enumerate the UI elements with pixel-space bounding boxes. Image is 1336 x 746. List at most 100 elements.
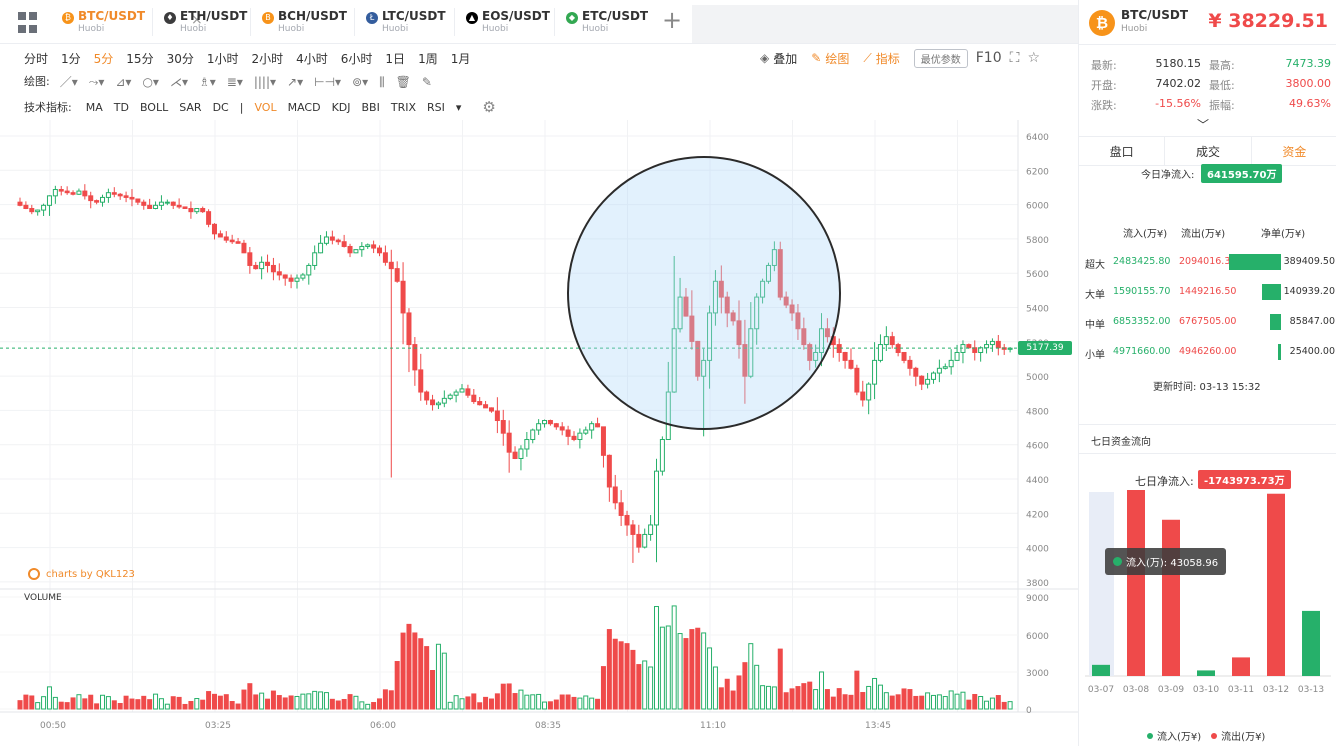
- volume-bar: [312, 690, 318, 710]
- star-icon[interactable]: ☆: [1027, 50, 1040, 66]
- volume-bar: [748, 643, 754, 710]
- draw-tool-icon-1[interactable]: ⤳▾: [89, 75, 105, 89]
- panel-tab-盘口[interactable]: 盘口: [1079, 137, 1166, 165]
- draw-tool-icon-10[interactable]: ⊚▾: [352, 75, 368, 89]
- indicator-macd[interactable]: MACD: [288, 101, 321, 114]
- indicator-boll[interactable]: BOLL: [140, 101, 168, 114]
- period-1分[interactable]: 1分: [61, 50, 81, 67]
- volume-bar: [671, 605, 677, 710]
- candle: [883, 326, 889, 351]
- panel-tab-成交[interactable]: 成交: [1165, 137, 1252, 165]
- draw-tool-icon-3[interactable]: ○▾: [142, 75, 159, 89]
- period-2小时[interactable]: 2小时: [252, 50, 284, 67]
- period-1小时[interactable]: 1小时: [207, 50, 239, 67]
- volume-tick-label: 0: [1026, 706, 1032, 716]
- seven-day-flow-chart[interactable]: 03-07 03-08 03-09 03-10 03-11 03-12 03-13: [1079, 488, 1336, 718]
- legend-inflow[interactable]: 流入(万¥): [1147, 728, 1201, 743]
- draw-tool-icon-13[interactable]: ✎: [422, 75, 432, 89]
- draw-tool-icon-4[interactable]: ⋌▾: [170, 75, 188, 89]
- candle-body: [135, 198, 141, 203]
- candle-body: [453, 391, 459, 396]
- indicator-dc[interactable]: DC: [213, 101, 229, 114]
- gear-icon[interactable]: ⚙: [482, 98, 495, 116]
- tab-eth-usdt[interactable]: ♦ ETH/USDT Huobi: [160, 6, 247, 38]
- flow-net-value: 140939.20: [1283, 286, 1335, 297]
- indicator-bbi[interactable]: BBI: [362, 101, 380, 114]
- candle: [441, 390, 447, 408]
- period-1周[interactable]: 1周: [418, 50, 438, 67]
- volume-bar: [176, 696, 182, 710]
- kline-chart[interactable]: 6400620060005800560054005200500048004600…: [0, 120, 1078, 746]
- price-tick-label: 4800: [1026, 407, 1049, 417]
- candle-body: [512, 451, 518, 459]
- period-5分[interactable]: 5分: [94, 50, 114, 67]
- tab-eos-usdt[interactable]: ▲ EOS/USDT Huobi: [462, 6, 550, 38]
- candle-body: [942, 366, 948, 369]
- volume-bar: [153, 693, 159, 710]
- draw-button[interactable]: ✎ 绘图: [811, 50, 849, 67]
- grid-menu-icon[interactable]: [18, 12, 40, 34]
- flow-bar[interactable]: [1162, 519, 1180, 676]
- draw-tool-icon-7[interactable]: ||||▾: [254, 75, 276, 89]
- volume-bar: [995, 695, 1001, 710]
- indicator-button[interactable]: ⟋ 指标: [863, 50, 899, 67]
- candlestick-chart-svg[interactable]: 6400620060005800560054005200500048004600…: [0, 120, 1078, 746]
- period-1月[interactable]: 1月: [451, 50, 471, 67]
- indicator-kdj[interactable]: KDJ: [332, 101, 351, 114]
- volume-bar: [577, 697, 583, 710]
- draw-tool-icon-6[interactable]: ≣▾: [227, 75, 243, 89]
- volume-bar: [1001, 701, 1007, 710]
- candle: [653, 458, 659, 563]
- flow-bar[interactable]: [1232, 657, 1250, 676]
- tab-bch-usdt[interactable]: B BCH/USDT Huobi: [258, 6, 347, 38]
- indicator-sar[interactable]: SAR: [179, 101, 201, 114]
- chevron-down-icon[interactable]: ﹀: [1197, 116, 1209, 133]
- f10-button[interactable]: F10: [976, 50, 1002, 66]
- flow-bar[interactable]: [1302, 610, 1320, 676]
- optimal-params-button[interactable]: 最优参数: [913, 48, 968, 68]
- draw-tool-icon-12[interactable]: 🗑: [396, 75, 411, 89]
- stat-key: 涨跌:: [1091, 99, 1117, 112]
- panel-tab-资金[interactable]: 资金: [1252, 137, 1336, 165]
- indicator-td[interactable]: TD: [114, 101, 129, 114]
- draw-tool-icon-9[interactable]: ⊢⊣▾: [314, 75, 341, 89]
- candle: [942, 363, 948, 370]
- legend-outflow[interactable]: 流出(万¥): [1211, 728, 1265, 743]
- candle: [323, 231, 329, 246]
- tab-btc-usdt[interactable]: ₿ BTC/USDT Huobi ×: [58, 6, 203, 38]
- candle: [995, 335, 1001, 356]
- add-tab-icon[interactable]: +: [662, 8, 682, 32]
- flow-net-value: 389409.50: [1283, 256, 1335, 267]
- period-1日[interactable]: 1日: [385, 50, 405, 67]
- flow-bar[interactable]: [1092, 664, 1110, 676]
- candle: [925, 372, 931, 389]
- candle-body: [17, 201, 23, 206]
- tab-ltc-usdt[interactable]: Ł LTC/USDT Huobi: [362, 6, 446, 38]
- volume-bar: [388, 690, 394, 710]
- tab-etc-usdt[interactable]: ◆ ETC/USDT Huobi: [562, 6, 648, 38]
- indicator-more-dropdown[interactable]: ▾: [456, 101, 462, 114]
- period-30分[interactable]: 30分: [167, 50, 194, 67]
- candle-body: [46, 195, 52, 206]
- fullscreen-icon[interactable]: ⛶: [1010, 50, 1020, 66]
- period-6小时[interactable]: 6小时: [341, 50, 373, 67]
- volume-bar: [353, 695, 359, 710]
- indicator-trix[interactable]: TRIX: [391, 101, 416, 114]
- draw-tool-icon-0[interactable]: ／▾: [60, 75, 78, 89]
- indicator-vol[interactable]: VOL: [254, 101, 276, 114]
- period-4小时[interactable]: 4小时: [296, 50, 328, 67]
- indicator-ma[interactable]: MA: [86, 101, 103, 114]
- overlay-button[interactable]: ◈ 叠加: [760, 50, 797, 67]
- draw-tool-icon-11[interactable]: ⫼: [379, 75, 385, 89]
- indicator-rsi[interactable]: RSI: [427, 101, 445, 114]
- draw-tool-icon-2[interactable]: ⊿▾: [115, 75, 131, 89]
- flow-bar[interactable]: [1267, 493, 1285, 676]
- period-分时[interactable]: 分时: [24, 50, 48, 67]
- draw-tool-icon-8[interactable]: ↗▾: [287, 75, 303, 89]
- flow-bar[interactable]: [1197, 670, 1215, 676]
- flow-bar[interactable]: [1127, 490, 1145, 676]
- draw-tool-icon-5[interactable]: ♗▾: [199, 75, 216, 89]
- price-tick-label: 5400: [1026, 305, 1049, 315]
- volume-bar: [777, 648, 783, 710]
- period-15分[interactable]: 15分: [126, 50, 153, 67]
